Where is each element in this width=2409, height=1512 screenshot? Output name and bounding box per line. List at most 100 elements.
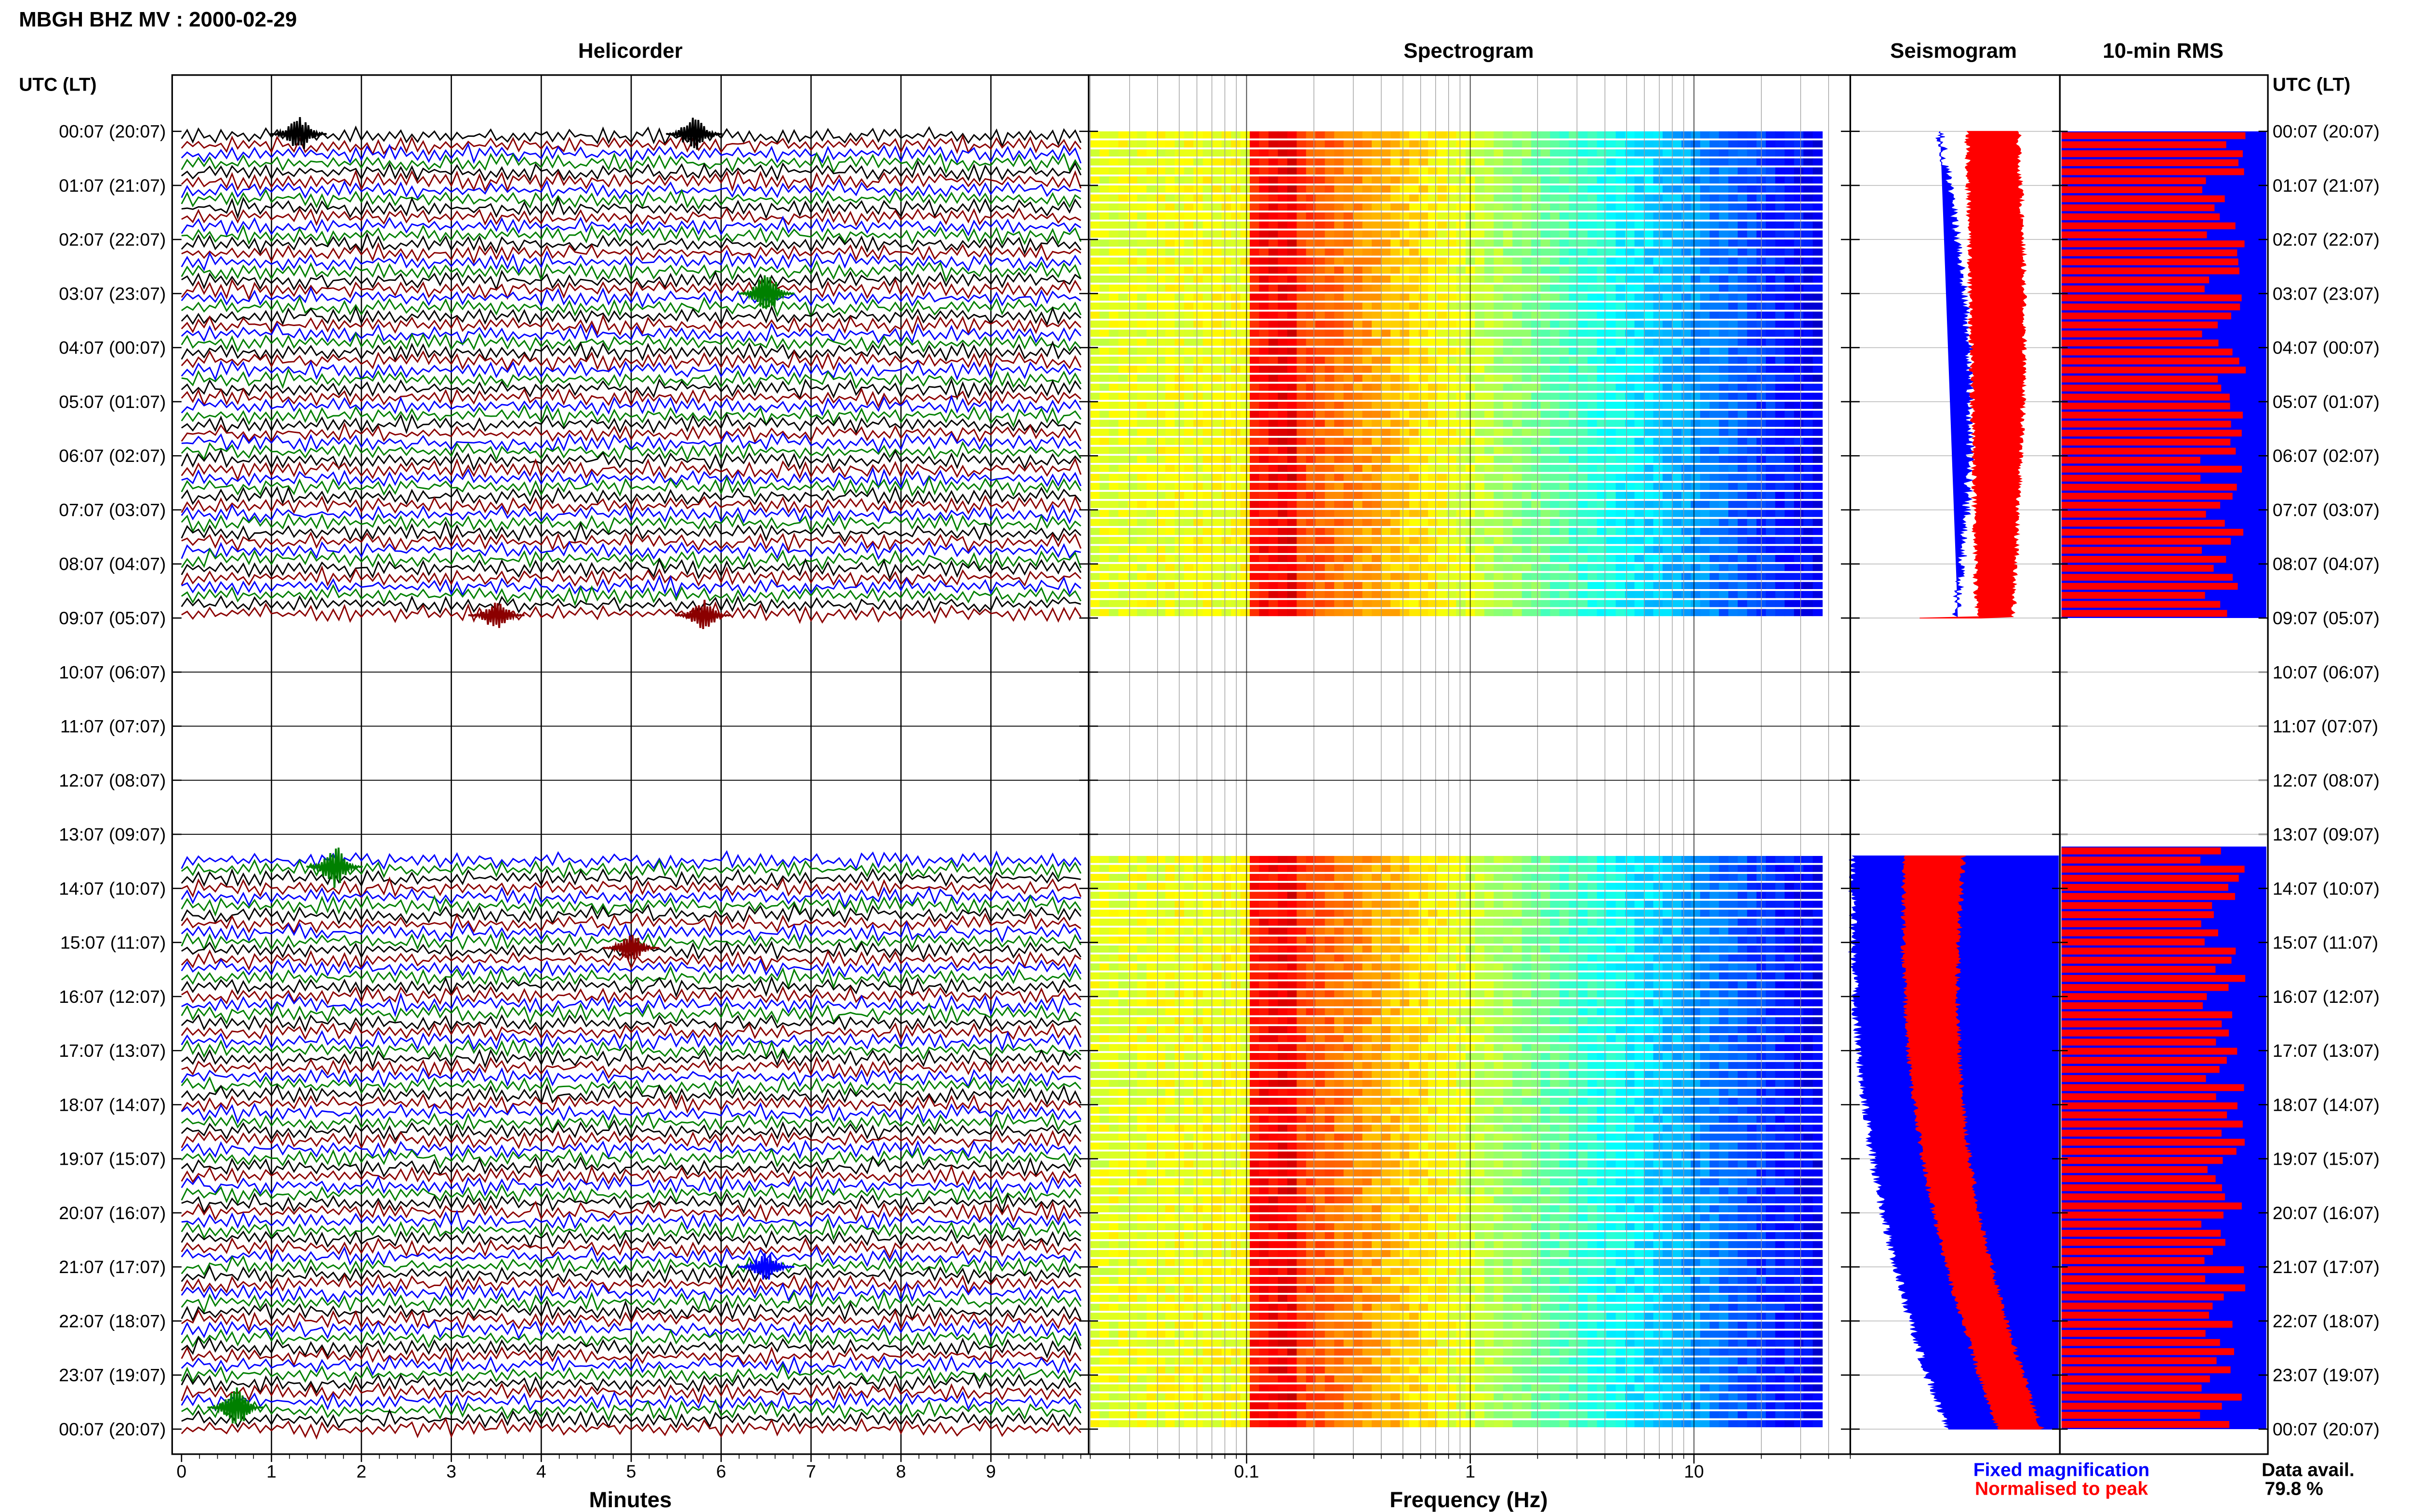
spectrogram-cell — [1550, 140, 1560, 148]
spectrogram-cell — [1709, 339, 1720, 346]
spectrogram-cell — [1559, 131, 1570, 139]
spectrogram-cell — [1588, 203, 1598, 211]
spectrogram-cell — [1381, 401, 1391, 409]
spectrogram-cell — [1268, 176, 1279, 184]
spectrogram-cell — [1221, 500, 1231, 508]
spectrogram-cell — [1099, 591, 1110, 598]
spectrogram-cell — [1597, 257, 1607, 265]
spectrogram-cell — [1803, 609, 1813, 617]
spectrogram-cell — [1494, 158, 1504, 166]
spectrogram-cell — [1428, 600, 1438, 607]
spectrogram-cell — [1334, 257, 1344, 265]
spectrogram-cell — [1259, 366, 1269, 373]
spectrogram-cell — [1259, 239, 1269, 247]
spectrogram-cell — [1315, 564, 1325, 571]
spectrogram-cell — [1409, 865, 1419, 872]
spectrogram-cell — [1813, 339, 1823, 346]
spectrogram-cell — [1550, 347, 1560, 355]
spectrogram-cell — [1550, 564, 1560, 571]
spectrogram-cell — [1597, 882, 1607, 890]
spectrogram-cell — [1165, 131, 1176, 139]
spectrogram-cell — [1249, 483, 1260, 490]
spectrogram-cell — [1118, 212, 1128, 220]
spectrogram-cell — [1494, 329, 1504, 337]
spectrogram-cell — [1353, 158, 1363, 166]
spectrogram-cell — [1606, 230, 1616, 238]
spectrogram-cell — [1588, 257, 1598, 265]
spectrogram-cell — [1390, 464, 1401, 472]
spectrogram-cell — [1334, 573, 1344, 580]
spectrogram-cell — [1221, 874, 1231, 881]
spectrogram-cell — [1249, 519, 1260, 526]
spectrogram-cell — [1278, 401, 1288, 409]
spectrogram-cell — [1353, 855, 1363, 863]
spectrogram-cell — [1287, 266, 1297, 274]
spectrogram-cell — [1137, 366, 1147, 373]
spectrogram-cell — [1297, 537, 1307, 544]
spectrogram-cell — [1212, 149, 1222, 157]
spectrogram-cell — [1456, 456, 1466, 463]
spectrogram-cell — [1643, 546, 1654, 553]
spectrogram-cell — [1090, 347, 1100, 355]
spectrogram-cell — [1334, 221, 1344, 229]
spectrogram-cell — [1287, 239, 1297, 247]
spectrogram-cell — [1606, 366, 1616, 373]
spectrogram-cell — [1315, 167, 1325, 175]
spectrogram-cell — [1287, 519, 1297, 526]
spectrogram-cell — [1503, 393, 1513, 400]
spectrogram-cell — [1540, 158, 1551, 166]
spectrogram-cell — [1437, 473, 1447, 481]
spectrogram-cell — [1127, 609, 1138, 617]
spectrogram-cell — [1709, 212, 1720, 220]
spectrogram-cell — [1662, 909, 1673, 917]
spectrogram-cell — [1428, 855, 1438, 863]
spectrogram-cell — [1324, 221, 1335, 229]
spectrogram-cell — [1559, 900, 1570, 908]
spectrogram-cell — [1775, 239, 1786, 247]
spectrogram-cell — [1428, 527, 1438, 535]
spectrogram-cell — [1259, 892, 1269, 899]
spectrogram-cell — [1428, 537, 1438, 544]
spectrogram-cell — [1193, 131, 1204, 139]
spectrogram-cell — [1090, 865, 1100, 872]
spectrogram-cell — [1643, 266, 1654, 274]
spectrogram-cell — [1747, 176, 1757, 184]
spectrogram-cell — [1259, 919, 1269, 926]
spectrogram-cell — [1785, 383, 1795, 391]
spectrogram-cell — [1259, 519, 1269, 526]
spectrogram-cell — [1672, 519, 1682, 526]
spectrogram-cell — [1193, 410, 1204, 418]
spectrogram-cell — [1484, 203, 1495, 211]
spectrogram-cell — [1550, 555, 1560, 562]
spectrogram-cell — [1165, 420, 1176, 427]
spectrogram-cell — [1737, 347, 1748, 355]
spectrogram-cell — [1418, 212, 1429, 220]
spectrogram-cell — [1109, 456, 1119, 463]
spectrogram-cell — [1353, 393, 1363, 400]
spectrogram-cell — [1737, 383, 1748, 391]
spectrogram-cell — [1681, 266, 1692, 274]
spectrogram-cell — [1588, 266, 1598, 274]
spectrogram-cell — [1137, 483, 1147, 490]
spectrogram-cell — [1728, 555, 1738, 562]
spectrogram-cell — [1278, 555, 1288, 562]
spectrogram-cell — [1550, 429, 1560, 436]
spectrogram-cell — [1766, 257, 1776, 265]
spectrogram-cell — [1409, 212, 1419, 220]
spectrogram-cell — [1550, 284, 1560, 292]
spectrogram-cell — [1785, 393, 1795, 400]
spectrogram-cell — [1597, 185, 1607, 193]
spectrogram-cell — [1588, 537, 1598, 544]
spectrogram-cell — [1362, 383, 1373, 391]
spectrogram-cell — [1259, 492, 1269, 499]
spectrogram-cell — [1615, 464, 1626, 472]
spectrogram-cell — [1737, 176, 1748, 184]
spectrogram-cell — [1287, 429, 1297, 436]
spectrogram-cell — [1540, 865, 1551, 872]
spectrogram-cell — [1231, 537, 1241, 544]
spectrogram-cell — [1146, 483, 1157, 490]
spectrogram-cell — [1522, 892, 1532, 899]
spectrogram-cell — [1803, 239, 1813, 247]
spectrogram-cell — [1503, 276, 1513, 283]
spectrogram-cell — [1184, 366, 1194, 373]
